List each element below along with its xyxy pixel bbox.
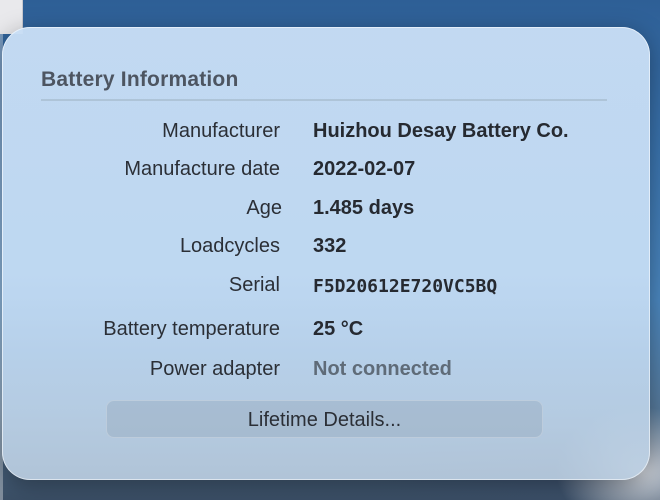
battery-temperature-value: 25 °C xyxy=(313,318,364,340)
age-label: Age xyxy=(246,197,282,219)
power-adapter-label: Power adapter xyxy=(149,358,280,380)
loadcycles-label: Loadcycles xyxy=(179,235,280,257)
age-value: 1.485 days xyxy=(313,197,415,219)
manufacture-date-value: 2022-02-07 xyxy=(313,158,416,180)
serial-value: F5D20612E720VC5BQ xyxy=(313,276,498,297)
section-title: Battery Information xyxy=(41,68,239,91)
serial-label: Serial xyxy=(228,274,280,296)
lifetime-details-button[interactable]: Lifetime Details... xyxy=(106,400,543,438)
manufacturer-value: Huizhou Desay Battery Co. xyxy=(313,120,569,142)
power-adapter-value: Not connected xyxy=(313,358,452,380)
battery-temperature-label: Battery temperature xyxy=(103,318,280,340)
loadcycles-value: 332 xyxy=(313,235,347,257)
manufacture-date-label: Manufacture date xyxy=(124,158,280,180)
title-divider xyxy=(41,99,607,101)
manufacturer-label: Manufacturer xyxy=(162,120,280,142)
